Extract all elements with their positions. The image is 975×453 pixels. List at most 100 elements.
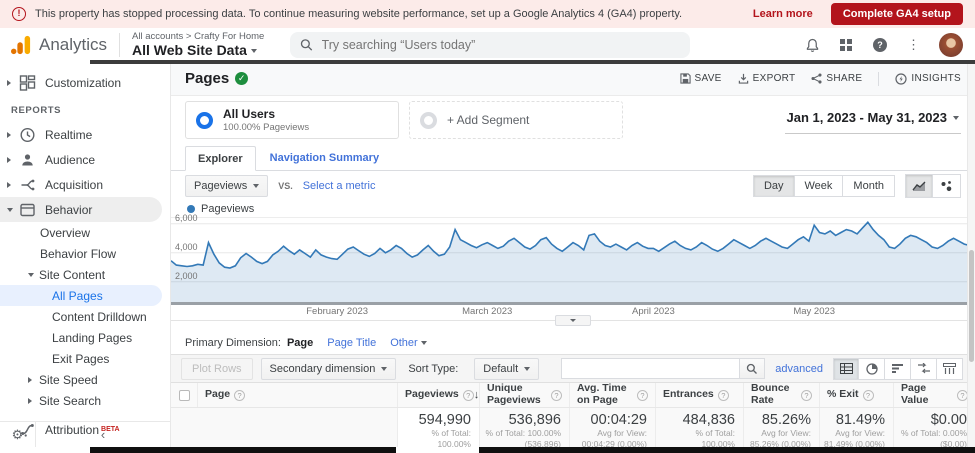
- table-search-input[interactable]: [561, 358, 739, 379]
- more-vert-icon[interactable]: ⋮: [907, 37, 920, 53]
- column-header-pct-exit[interactable]: % Exit ?: [819, 383, 893, 407]
- dimension-page[interactable]: Page: [287, 337, 313, 349]
- property-name[interactable]: All Web Site Data: [132, 42, 247, 58]
- add-segment-button[interactable]: + Add Segment: [409, 101, 623, 139]
- sort-type-dropdown[interactable]: Default: [474, 358, 539, 380]
- sidebar: Customization REPORTS Realtime Audience …: [0, 62, 170, 453]
- collapse-chart-button[interactable]: [555, 315, 591, 326]
- help-icon[interactable]: ?: [551, 390, 562, 401]
- help-icon[interactable]: ?: [872, 37, 888, 53]
- tab-explorer[interactable]: Explorer: [185, 146, 256, 171]
- breadcrumb-root[interactable]: All accounts: [132, 31, 183, 42]
- column-header-page-value[interactable]: Page Value ?: [893, 383, 975, 407]
- help-icon[interactable]: ?: [718, 390, 729, 401]
- granularity-week-button[interactable]: Week: [795, 175, 844, 197]
- warning-icon: !: [12, 7, 26, 21]
- date-range-picker[interactable]: Jan 1, 2023 - May 31, 2023: [785, 106, 961, 134]
- share-button[interactable]: SHARE: [811, 73, 862, 84]
- export-icon: [738, 73, 749, 84]
- sidebar-item-customization[interactable]: Customization: [0, 70, 170, 95]
- help-icon[interactable]: ?: [463, 390, 474, 401]
- complete-ga4-setup-button[interactable]: Complete GA4 setup: [831, 3, 963, 25]
- save-button[interactable]: SAVE: [680, 73, 722, 84]
- sidebar-item-site-search[interactable]: Site Search: [0, 390, 170, 411]
- column-header-entrances[interactable]: Entrances ?: [655, 383, 743, 407]
- chart-svg: [171, 218, 975, 302]
- save-icon: [680, 73, 691, 84]
- select-metric-link[interactable]: Select a metric: [303, 180, 376, 192]
- insights-button[interactable]: INSIGHTS: [895, 73, 961, 85]
- x-axis-label: February 2023: [306, 306, 368, 317]
- apps-grid-icon[interactable]: [839, 38, 853, 52]
- secondary-dimension-caret-icon: [381, 367, 387, 371]
- sidebar-item-acquisition[interactable]: Acquisition: [0, 172, 170, 197]
- export-button[interactable]: EXPORT: [738, 73, 796, 84]
- collapse-sidebar-icon[interactable]: ‹: [36, 427, 170, 442]
- table-view-button[interactable]: [833, 358, 859, 380]
- help-icon[interactable]: ?: [234, 390, 245, 401]
- column-header-avg-time[interactable]: Avg. Time on Page ?: [569, 383, 655, 407]
- chart-plot-area[interactable]: 6,0004,0002,000: [171, 218, 975, 302]
- sidebar-item-behavior-flow[interactable]: Behavior Flow: [0, 243, 170, 264]
- sidebar-item-content-drilldown[interactable]: Content Drilldown: [0, 306, 162, 327]
- sidebar-item-exit-pages[interactable]: Exit Pages: [0, 348, 162, 369]
- secondary-dimension-dropdown[interactable]: Secondary dimension: [261, 358, 397, 380]
- sidebar-item-landing-pages[interactable]: Landing Pages: [0, 327, 162, 348]
- total-sub: Avg for View:: [574, 428, 647, 439]
- plot-rows-button[interactable]: Plot Rows: [181, 358, 253, 380]
- column-header-unique-pageviews[interactable]: Unique Pageviews ?: [479, 383, 569, 407]
- tab-navigation-summary[interactable]: Navigation Summary: [256, 146, 393, 170]
- granularity-group: Day Week Month: [753, 175, 895, 197]
- dimension-page-title[interactable]: Page Title: [327, 337, 376, 349]
- breadcrumb-separator: >: [186, 31, 192, 42]
- performance-view-button[interactable]: [885, 358, 911, 380]
- line-chart-type-button[interactable]: [905, 174, 933, 198]
- segment-all-users[interactable]: All Users 100.00% Pageviews: [185, 101, 399, 139]
- column-header-bounce-rate[interactable]: Bounce Rate ?: [743, 383, 819, 407]
- admin-gear-icon[interactable]: ⚙: [0, 422, 36, 447]
- scrollbar-thumb[interactable]: [969, 250, 974, 362]
- select-all-checkbox[interactable]: [179, 390, 190, 401]
- total-sub: % of Total: 100.00%: [484, 428, 561, 439]
- sidebar-item-label: Overview: [40, 226, 90, 240]
- expand-right-icon: [7, 80, 11, 86]
- sidebar-item-all-pages[interactable]: All Pages: [0, 285, 162, 306]
- metric-dropdown[interactable]: Pageviews: [185, 175, 268, 197]
- granularity-month-button[interactable]: Month: [843, 175, 895, 197]
- dimension-other[interactable]: Other: [390, 337, 427, 349]
- sidebar-item-site-content[interactable]: Site Content: [0, 264, 170, 285]
- vs-label: VS.: [278, 181, 293, 191]
- sidebar-item-realtime[interactable]: Realtime: [0, 122, 170, 147]
- table-search-button[interactable]: [739, 358, 765, 379]
- help-icon[interactable]: ?: [637, 390, 648, 401]
- sidebar-item-label: Exit Pages: [52, 352, 109, 366]
- percentage-view-button[interactable]: [859, 358, 885, 380]
- help-icon[interactable]: ?: [863, 390, 874, 401]
- help-icon[interactable]: ?: [801, 390, 812, 401]
- y-axis-label: 4,000: [175, 242, 198, 252]
- global-search-input[interactable]: [322, 38, 681, 52]
- sidebar-item-audience[interactable]: Audience: [0, 147, 170, 172]
- screen-artifact-bar-top: [90, 60, 975, 64]
- global-search[interactable]: [290, 32, 690, 58]
- column-header-pageviews[interactable]: Pageviews ? ↓: [397, 383, 479, 407]
- breadcrumb-account[interactable]: Crafty For Home: [194, 31, 264, 42]
- advanced-search-link[interactable]: advanced: [775, 363, 823, 375]
- share-icon: [811, 73, 822, 84]
- pivot-view-button[interactable]: [937, 358, 963, 380]
- sidebar-item-overview[interactable]: Overview: [0, 222, 170, 243]
- learn-more-link[interactable]: Learn more: [753, 8, 813, 20]
- total-sub: % of Total: 0.00%: [898, 428, 967, 439]
- granularity-day-button[interactable]: Day: [753, 175, 795, 197]
- avatar[interactable]: [939, 33, 963, 57]
- sidebar-item-label: Audience: [45, 153, 95, 167]
- column-label: Page: [205, 389, 230, 401]
- account-switcher[interactable]: All accounts > Crafty For Home All Web S…: [132, 32, 264, 58]
- sidebar-item-behavior[interactable]: Behavior: [0, 197, 162, 222]
- notifications-bell-icon[interactable]: [805, 38, 820, 53]
- motion-chart-type-button[interactable]: [933, 174, 961, 198]
- column-header-page[interactable]: Page ?: [197, 383, 397, 407]
- vertical-scrollbar[interactable]: [967, 62, 975, 453]
- comparison-view-button[interactable]: [911, 358, 937, 380]
- sidebar-item-site-speed[interactable]: Site Speed: [0, 369, 170, 390]
